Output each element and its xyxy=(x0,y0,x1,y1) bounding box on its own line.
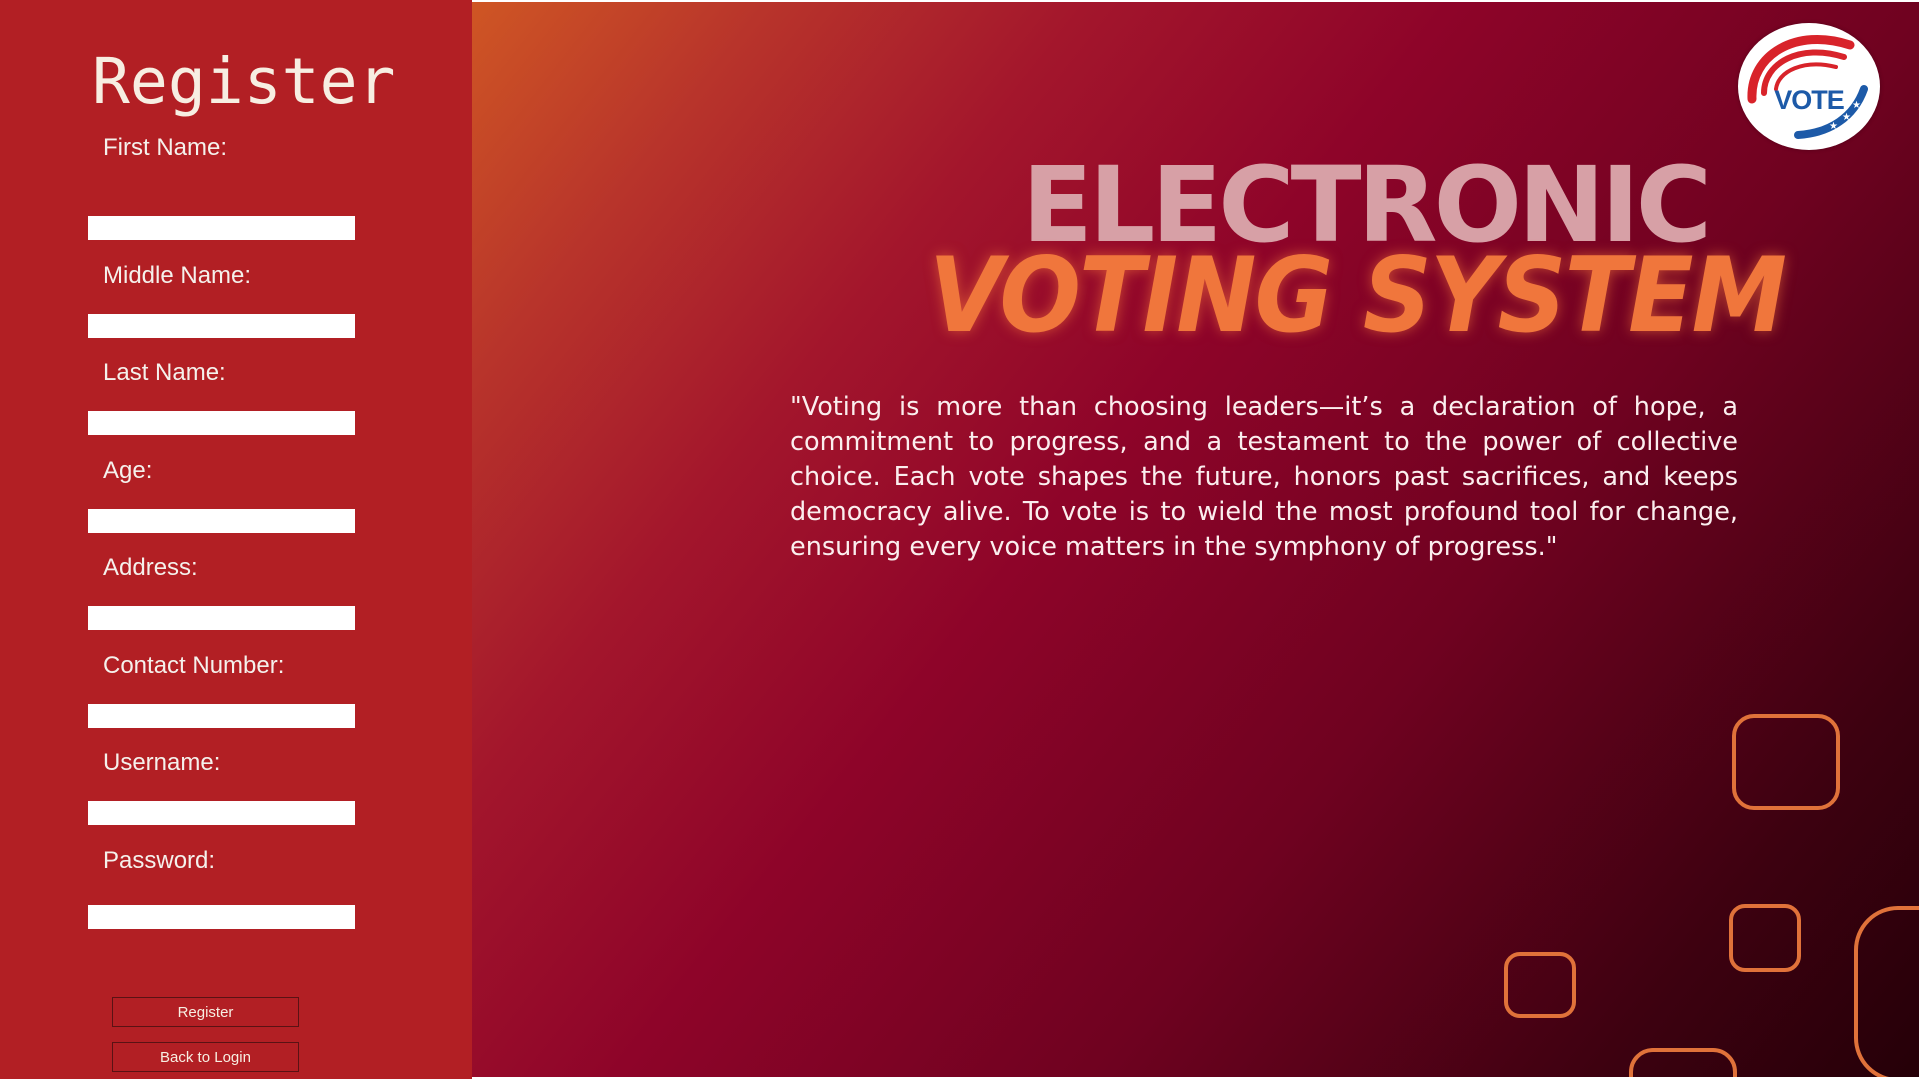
headline-voting-system: VOTING SYSTEM xyxy=(928,236,1787,356)
hero-banner: ★ ★ ★ VOTE ELECTRONIC VOTING SYSTEM "Vot… xyxy=(472,2,1919,1077)
decorative-rounded-square xyxy=(1732,714,1840,810)
last-name-label: Last Name: xyxy=(103,359,226,386)
back-to-login-button[interactable]: Back to Login xyxy=(112,1042,299,1072)
address-input[interactable] xyxy=(88,606,355,630)
voting-quote: "Voting is more than choosing leaders—it… xyxy=(790,392,1738,562)
register-title: Register xyxy=(92,45,396,118)
username-label: Username: xyxy=(103,749,221,776)
svg-text:★: ★ xyxy=(1829,121,1838,132)
password-input[interactable] xyxy=(88,905,355,929)
address-label: Address: xyxy=(103,554,198,581)
middle-name-label: Middle Name: xyxy=(103,262,252,289)
vote-logo-text: VOTE xyxy=(1774,85,1845,115)
first-name-input[interactable] xyxy=(88,216,355,240)
age-input[interactable] xyxy=(88,509,355,533)
contact-number-input[interactable] xyxy=(88,704,355,728)
contact-number-label: Contact Number: xyxy=(103,652,285,679)
decorative-rounded-square xyxy=(1504,952,1576,1018)
register-button[interactable]: Register xyxy=(112,997,299,1027)
decorative-rounded-square xyxy=(1854,906,1919,1077)
register-panel: Register First Name: Middle Name: Last N… xyxy=(0,0,472,1079)
vote-logo: ★ ★ ★ VOTE xyxy=(1738,23,1880,150)
register-window: Register First Name: Middle Name: Last N… xyxy=(0,0,1919,1079)
decorative-rounded-square xyxy=(1629,1048,1737,1077)
last-name-input[interactable] xyxy=(88,411,355,435)
password-label: Password: xyxy=(103,847,216,874)
decorative-rounded-square xyxy=(1729,904,1801,972)
age-label: Age: xyxy=(103,457,153,484)
username-input[interactable] xyxy=(88,801,355,825)
middle-name-input[interactable] xyxy=(88,314,355,338)
first-name-label: First Name: xyxy=(103,134,228,161)
